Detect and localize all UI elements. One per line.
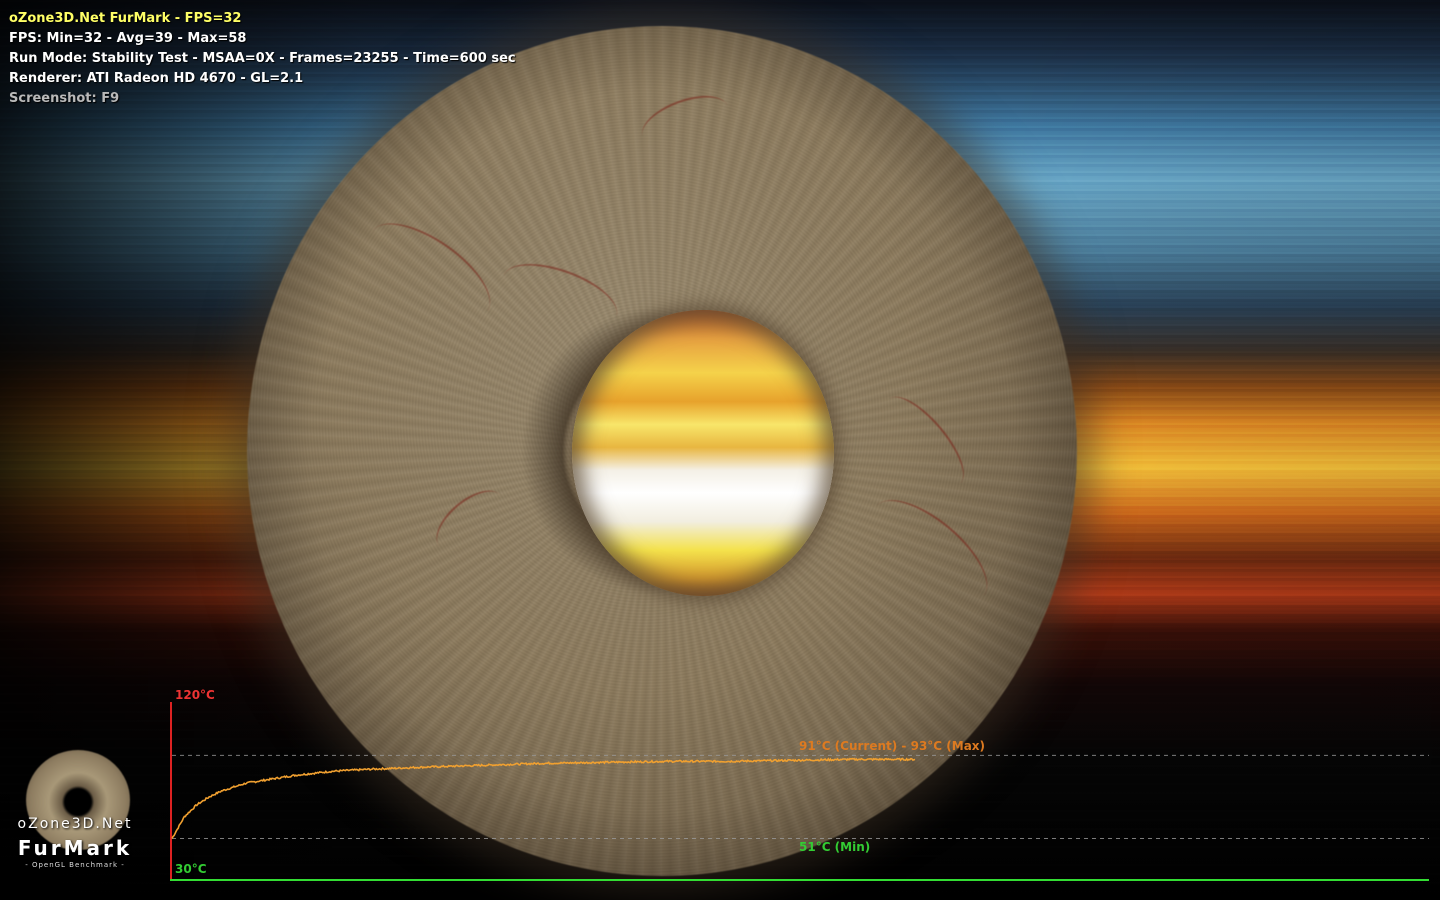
graph-min-temp-label: 51°C (Min) — [799, 840, 870, 854]
graph-current-temp-label: 91°C (Current) - 93°C (Max) — [799, 739, 985, 753]
temperature-graph: 120°C 30°C 91°C (Current) - 93°C (Max) 5… — [170, 688, 1429, 881]
graph-max-label: 120°C — [175, 688, 215, 702]
graph-min-label: 30°C — [175, 862, 207, 876]
temperature-curve — [171, 757, 916, 839]
furmark-viewport: oZone3D.Net FurMark - FPS=32 FPS: Min=32… — [0, 0, 1440, 900]
